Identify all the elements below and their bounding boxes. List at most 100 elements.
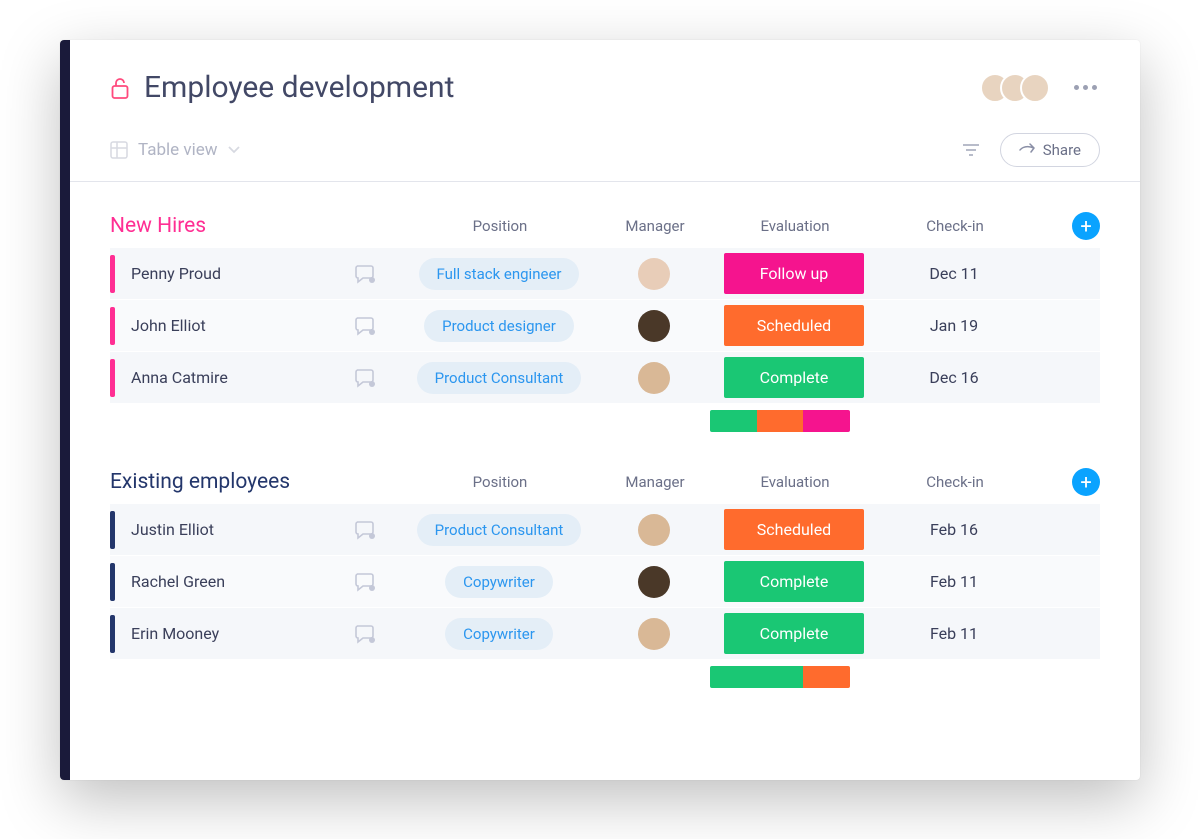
manager-avatar [638,310,670,342]
col-head-manager: Manager [600,217,710,235]
table-row[interactable]: Anna Catmire Product Consultant Complete… [110,352,1100,404]
manager-cell[interactable] [599,258,709,290]
add-column-button[interactable]: + [1072,468,1100,496]
row-marker [110,563,115,601]
more-menu-icon[interactable] [1070,85,1100,90]
groups-container: New Hires Position Manager Evaluation Ch… [70,182,1140,688]
checkin-cell[interactable]: Feb 11 [879,572,1029,591]
summary-segment [710,410,757,432]
evaluation-pill: Complete [724,357,864,398]
evaluation-pill: Scheduled [724,509,864,550]
chat-icon[interactable] [331,623,399,645]
row-marker [110,359,115,397]
manager-avatar [638,258,670,290]
manager-cell[interactable] [599,514,709,546]
row-marker [110,511,115,549]
col-head-checkin: Check-in [880,473,1030,491]
position-cell[interactable]: Product Consultant [399,514,599,546]
manager-cell[interactable] [599,566,709,598]
manager-avatar [638,566,670,598]
position-cell[interactable]: Product designer [399,310,599,342]
evaluation-summary-bar [710,410,850,432]
sidebar-strip [60,40,70,780]
evaluation-pill: Complete [724,561,864,602]
checkin-cell[interactable]: Jan 19 [879,316,1029,335]
checkin-cell[interactable]: Dec 16 [879,368,1029,387]
group-header: New Hires Position Manager Evaluation Ch… [110,212,1100,240]
group-title[interactable]: New Hires [110,214,400,238]
position-pill: Product Consultant [417,362,582,394]
chat-icon[interactable] [331,367,399,389]
checkin-cell[interactable]: Dec 11 [879,264,1029,283]
summary-segment [803,666,850,688]
manager-avatar [638,618,670,650]
evaluation-cell[interactable]: Scheduled [709,509,879,550]
position-cell[interactable]: Copywriter [399,618,599,650]
checkin-cell[interactable]: Feb 11 [879,624,1029,643]
manager-avatar [638,362,670,394]
table-row[interactable]: Erin Mooney Copywriter Complete Feb 11 [110,608,1100,660]
position-cell[interactable]: Copywriter [399,566,599,598]
position-pill: Product Consultant [417,514,582,546]
evaluation-summary-bar [710,666,850,688]
share-button[interactable]: Share [1000,133,1100,167]
evaluation-cell[interactable]: Complete [709,357,879,398]
view-switcher[interactable]: Table view [110,140,240,160]
evaluation-cell[interactable]: Complete [709,613,879,654]
position-cell[interactable]: Full stack engineer [399,258,599,290]
view-label: Table view [138,140,218,160]
share-icon [1019,143,1035,157]
summary-row [110,660,1100,688]
manager-cell[interactable] [599,618,709,650]
collaborator-avatars[interactable] [990,73,1050,103]
evaluation-pill: Scheduled [724,305,864,346]
row-marker [110,255,115,293]
evaluation-cell[interactable]: Complete [709,561,879,602]
share-label: Share [1043,141,1081,159]
manager-avatar [638,514,670,546]
lock-icon [110,76,130,100]
col-head-evaluation: Evaluation [710,473,880,491]
evaluation-cell[interactable]: Scheduled [709,305,879,346]
page-title: Employee development [144,70,990,105]
page-header: Employee development [70,40,1140,123]
table-row[interactable]: Penny Proud Full stack engineer Follow u… [110,248,1100,300]
position-pill: Full stack engineer [419,258,580,290]
row-name: Justin Elliot [131,520,331,539]
position-cell[interactable]: Product Consultant [399,362,599,394]
chat-icon[interactable] [331,315,399,337]
group-header: Existing employees Position Manager Eval… [110,468,1100,496]
chat-icon[interactable] [331,263,399,285]
manager-cell[interactable] [599,362,709,394]
summary-segment [710,666,803,688]
content-area: Employee development Table view [70,40,1140,780]
col-head-evaluation: Evaluation [710,217,880,235]
group-title[interactable]: Existing employees [110,470,400,494]
manager-cell[interactable] [599,310,709,342]
add-column-button[interactable]: + [1072,212,1100,240]
summary-segment [757,410,804,432]
col-head-checkin: Check-in [880,217,1030,235]
checkin-cell[interactable]: Feb 16 [879,520,1029,539]
chat-icon[interactable] [331,519,399,541]
evaluation-cell[interactable]: Follow up [709,253,879,294]
row-name: Penny Proud [131,264,331,283]
toolbar: Table view Share [70,123,1140,182]
row-marker [110,307,115,345]
table-icon [110,141,128,159]
group: New Hires Position Manager Evaluation Ch… [110,212,1100,432]
table-row[interactable]: Rachel Green Copywriter Complete Feb 11 [110,556,1100,608]
chevron-down-icon [228,146,240,154]
chat-icon[interactable] [331,571,399,593]
table-row[interactable]: Justin Elliot Product Consultant Schedul… [110,504,1100,556]
row-name: John Elliot [131,316,331,335]
row-name: Rachel Green [131,572,331,591]
filter-icon[interactable] [962,142,980,158]
table-row[interactable]: John Elliot Product designer Scheduled J… [110,300,1100,352]
col-head-position: Position [400,217,600,235]
app-window: Employee development Table view [60,40,1140,780]
position-pill: Product designer [424,310,574,342]
col-head-manager: Manager [600,473,710,491]
evaluation-pill: Follow up [724,253,864,294]
row-name: Anna Catmire [131,368,331,387]
